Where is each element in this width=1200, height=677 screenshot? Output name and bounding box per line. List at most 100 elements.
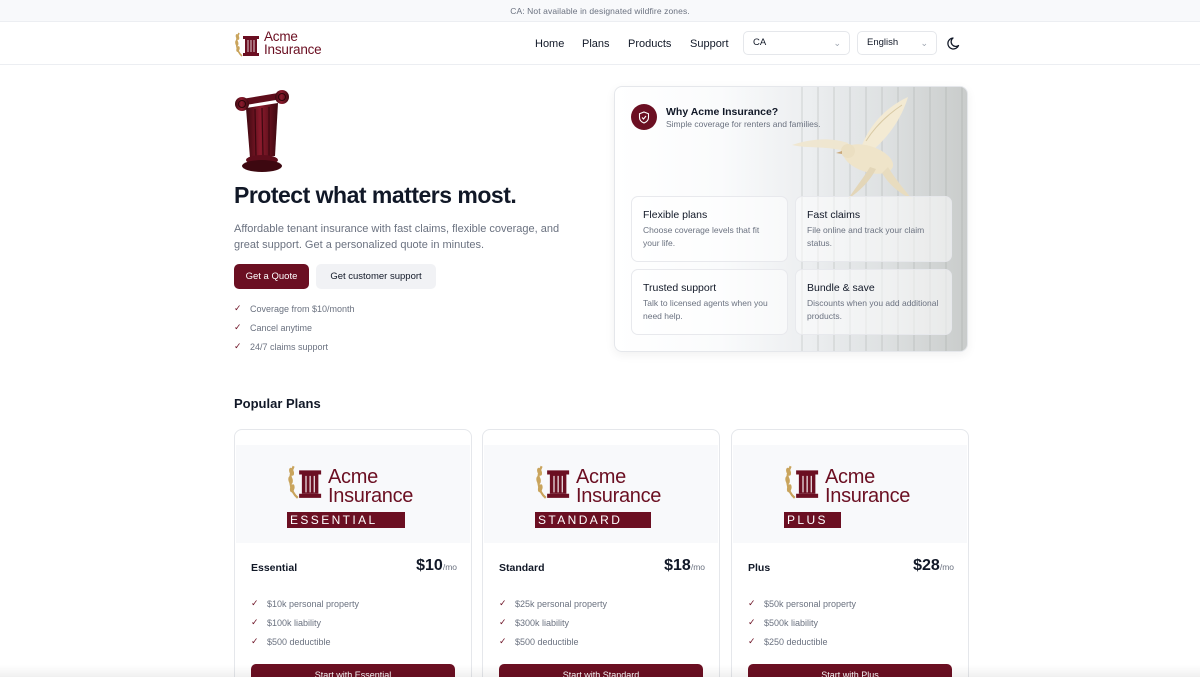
plan-price: $18/mo <box>664 557 705 575</box>
hero-benefits-list: ✓ Coverage from $10/month ✓ Cancel anyti… <box>234 299 355 356</box>
hero-subtitle: Affordable tenant insurance with fast cl… <box>234 223 560 251</box>
check-icon: ✓ <box>251 598 259 608</box>
plan-features: ✓ $50k personal property ✓ $500k liability… <box>748 594 856 651</box>
feature-text: $500k liability <box>764 617 819 628</box>
plan-name: Standard <box>499 562 545 574</box>
feature-text: $25k personal property <box>515 598 608 609</box>
plan-logo: Acme Insurance <box>534 458 661 507</box>
state-select[interactable]: CA ⌄ <box>743 31 850 55</box>
feature-text: $300k liability <box>515 617 570 628</box>
site-logo[interactable]: Acme Insurance <box>234 27 322 59</box>
feature-title: Flexible plans <box>643 209 708 221</box>
plan-price: $10/mo <box>416 557 457 575</box>
language-select[interactable]: English ⌄ <box>857 31 937 55</box>
plan-card-essential: Acme Insurance ESSENTIAL Essential $10/m… <box>234 429 472 677</box>
plan-price-amount: $28 <box>913 557 940 574</box>
state-select-value: CA <box>753 37 767 48</box>
nav-plans[interactable]: Plans <box>582 38 610 50</box>
plan-logo: Acme Insurance <box>286 458 413 507</box>
chevron-down-icon: ⌄ <box>920 38 928 48</box>
plan-card-plus: Acme Insurance PLUS Plus $28/mo ✓ $50k pe… <box>731 429 969 677</box>
plan-price: $28/mo <box>913 557 954 575</box>
plan-features: ✓ $25k personal property ✓ $300k liability… <box>499 594 607 651</box>
logo-line-2: Insurance <box>825 485 911 507</box>
plan-name: Essential <box>251 562 298 574</box>
list-item: ✓ $50k personal property <box>748 594 856 613</box>
list-item: ✓ Coverage from $10/month <box>234 299 355 318</box>
start-essential-button[interactable]: Start with Essential <box>251 664 455 677</box>
pillar-icon <box>235 90 289 172</box>
start-standard-button[interactable]: Start with Standard <box>499 664 703 677</box>
check-icon: ✓ <box>234 341 242 351</box>
check-icon: ✓ <box>748 636 756 646</box>
feature-title: Bundle & save <box>807 282 875 294</box>
check-icon: ✓ <box>748 598 756 608</box>
plan-price-unit: /mo <box>939 562 954 572</box>
plan-tier-badge: PLUS <box>784 512 841 528</box>
check-icon: ✓ <box>499 636 507 646</box>
feature-text: $50k personal property <box>764 598 857 609</box>
list-item: ✓ $500 deductible <box>251 632 359 651</box>
list-item: ✓ 24/7 claims support <box>234 337 355 356</box>
feature-card-bundle-save: Bundle & save Discounts when you add add… <box>795 269 952 335</box>
list-item: ✓ $300k liability <box>499 613 607 632</box>
check-icon: ✓ <box>499 617 507 627</box>
start-plus-button[interactable]: Start with Plus <box>748 664 952 677</box>
logo-line-2: Insurance <box>264 42 322 57</box>
plan-logo-banner: Acme Insurance PLUS <box>733 445 967 543</box>
list-item: ✓ $100k liability <box>251 613 359 632</box>
logo-wordmark: Acme Insurance <box>264 30 322 57</box>
check-icon: ✓ <box>234 322 242 332</box>
plan-price-unit: /mo <box>442 562 457 572</box>
get-quote-button[interactable]: Get a Quote <box>234 264 309 289</box>
plan-tier-badge: ESSENTIAL <box>287 512 405 528</box>
laurel-pillar-logo-icon <box>288 465 322 499</box>
customer-support-button[interactable]: Get customer support <box>316 264 436 289</box>
feature-text: $100k liability <box>267 617 322 628</box>
feature-text: $250 deductible <box>764 636 828 647</box>
list-item: ✓ $500k liability <box>748 613 856 632</box>
plan-price-unit: /mo <box>690 562 705 572</box>
feature-desc: Discounts when you add additional produc… <box>807 298 939 321</box>
nav-home[interactable]: Home <box>535 38 564 50</box>
check-icon: ✓ <box>499 598 507 608</box>
logo-line-2: Insurance <box>328 485 414 507</box>
feature-card-fast-claims: Fast claims File online and track your c… <box>795 196 952 262</box>
logo-line-2: Insurance <box>576 485 662 507</box>
list-item: ✓ Cancel anytime <box>234 318 355 337</box>
hero-headline: Protect what matters most. <box>234 182 517 208</box>
laurel-pillar-logo-icon <box>536 465 570 499</box>
feature-text: $10k personal property <box>267 598 360 609</box>
plan-logo-wordmark: Acme Insurance <box>328 467 414 507</box>
list-item: ✓ $25k personal property <box>499 594 607 613</box>
popular-plans-title: Popular Plans <box>234 396 321 411</box>
feature-desc: File online and track your claim status. <box>807 225 925 248</box>
feature-desc: Choose coverage levels that fit your lif… <box>643 225 760 248</box>
plan-logo-wordmark: Acme Insurance <box>825 467 911 507</box>
plan-tier-badge: STANDARD <box>535 512 651 528</box>
plan-logo: Acme Insurance <box>783 458 910 507</box>
plan-logo-banner: Acme Insurance ESSENTIAL <box>236 445 470 543</box>
benefit-text: Coverage from $10/month <box>250 303 355 314</box>
plan-logo-wordmark: Acme Insurance <box>576 467 662 507</box>
site-header: Acme Insurance Home Plans Products Suppo… <box>0 22 1200 65</box>
check-icon: ✓ <box>234 303 242 313</box>
feature-title: Fast claims <box>807 209 861 221</box>
nav-products[interactable]: Products <box>628 38 671 50</box>
feature-text: $500 deductible <box>515 636 579 647</box>
shield-icon <box>631 104 657 130</box>
benefit-text: Cancel anytime <box>250 322 313 333</box>
moon-icon[interactable] <box>946 34 964 52</box>
plan-card-standard: Acme Insurance STANDARD Standard $18/mo … <box>482 429 720 677</box>
feature-desc: Talk to licensed agents when you need he… <box>643 298 768 321</box>
list-item: ✓ $10k personal property <box>251 594 359 613</box>
list-item: ✓ $250 deductible <box>748 632 856 651</box>
feature-card-trusted-support: Trusted support Talk to licensed agents … <box>631 269 788 335</box>
availability-banner: CA: Not available in designated wildfire… <box>0 0 1200 22</box>
nav-support[interactable]: Support <box>690 38 729 50</box>
why-header: Why Acme Insurance? Simple coverage for … <box>631 104 821 130</box>
plan-logo-banner: Acme Insurance STANDARD <box>484 445 718 543</box>
feature-card-flexible-plans: Flexible plans Choose coverage levels th… <box>631 196 788 262</box>
plan-features: ✓ $10k personal property ✓ $100k liability… <box>251 594 359 651</box>
why-acme-card: Why Acme Insurance? Simple coverage for … <box>614 86 968 352</box>
